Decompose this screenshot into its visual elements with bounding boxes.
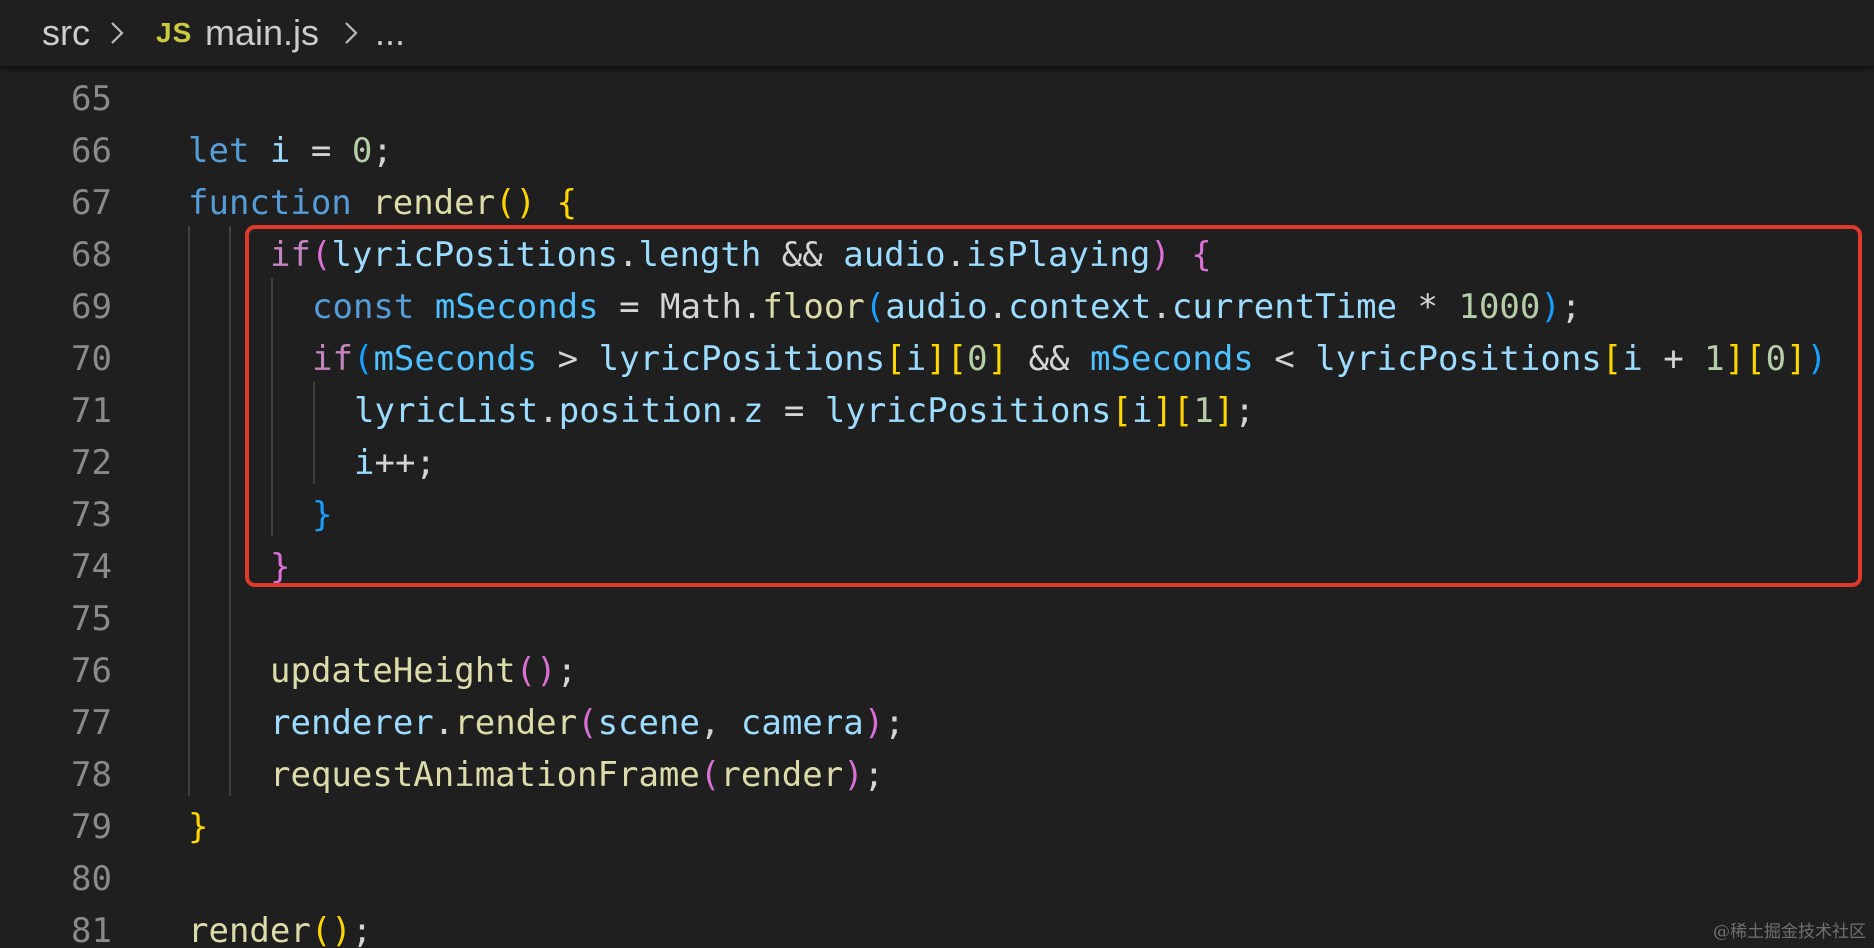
code-token: ()	[495, 183, 537, 223]
code-token: =	[290, 131, 352, 171]
line-number: 77	[71, 703, 112, 743]
code-token: render	[188, 911, 311, 948]
code-token: i	[269, 131, 291, 171]
code-token: (	[577, 703, 598, 743]
code-token: render	[454, 703, 578, 743]
breadcrumb-file[interactable]: main.js	[205, 10, 319, 56]
breadcrumb-symbols[interactable]: ...	[375, 10, 405, 56]
code-token: ;	[884, 703, 905, 743]
line-number: 73	[71, 495, 112, 535]
code-line[interactable]: requestAnimationFrame(render);	[270, 749, 884, 801]
line-number: 74	[71, 547, 112, 587]
highlight-annotation-box	[245, 225, 1862, 587]
code-token: ;	[863, 755, 885, 795]
indent-guide	[188, 226, 190, 796]
line-number: 81	[71, 911, 112, 948]
code-token: updateHeight	[270, 651, 516, 691]
code-line[interactable]: render();	[188, 905, 372, 948]
code-token: requestAnimationFrame	[270, 755, 700, 795]
code-token: renderer	[270, 703, 434, 743]
line-number: 69	[71, 287, 112, 327]
code-token: ,	[699, 703, 741, 743]
line-number: 68	[71, 235, 112, 275]
code-token: ;	[556, 651, 578, 691]
indent-guide	[229, 226, 231, 796]
line-number: 76	[71, 651, 112, 691]
code-token: function	[188, 183, 352, 223]
code-line[interactable]: function render() {	[188, 177, 577, 229]
code-line[interactable]: updateHeight();	[270, 645, 577, 697]
code-line[interactable]: }	[188, 801, 208, 853]
code-token: )	[863, 703, 885, 743]
code-token: ()	[310, 911, 352, 948]
code-line[interactable]: renderer.render(scene, camera);	[270, 697, 905, 749]
code-token: )	[843, 755, 864, 795]
line-number: 75	[71, 599, 112, 639]
watermark: @稀土掘金技术社区	[1713, 922, 1866, 942]
code-token: }	[188, 807, 209, 847]
code-token: ;	[351, 911, 373, 948]
line-number: 80	[71, 859, 112, 899]
line-number: 67	[71, 183, 112, 223]
line-number: 72	[71, 443, 112, 483]
breadcrumb-folder[interactable]: src	[42, 10, 90, 56]
line-number: 79	[71, 807, 112, 847]
code-token: camera	[740, 703, 864, 743]
line-number: 78	[71, 755, 112, 795]
chevron-right-icon	[111, 22, 124, 44]
code-token: scene	[597, 703, 700, 743]
code-token: render	[372, 183, 496, 223]
line-number: 65	[71, 79, 112, 119]
code-editor[interactable]: src JS main.js ... 65 66 67 68 69 70 71 72 73 74 7…	[0, 0, 1874, 948]
code-token: 0	[351, 131, 373, 171]
line-number: 66	[71, 131, 112, 171]
line-number: 70	[71, 339, 112, 379]
code-token: {	[556, 183, 577, 223]
code-line[interactable]: let i = 0;	[188, 125, 393, 177]
code-token: render	[720, 755, 844, 795]
code-token: (	[699, 755, 721, 795]
code-token: .	[433, 703, 455, 743]
breadcrumb: src JS main.js ...	[0, 0, 1874, 66]
code-token: ()	[515, 651, 557, 691]
js-file-icon: JS	[156, 17, 193, 48]
code-token: let	[188, 131, 250, 171]
line-number: 71	[71, 391, 112, 431]
chevron-right-icon	[345, 22, 358, 44]
code-token: ;	[372, 131, 393, 171]
